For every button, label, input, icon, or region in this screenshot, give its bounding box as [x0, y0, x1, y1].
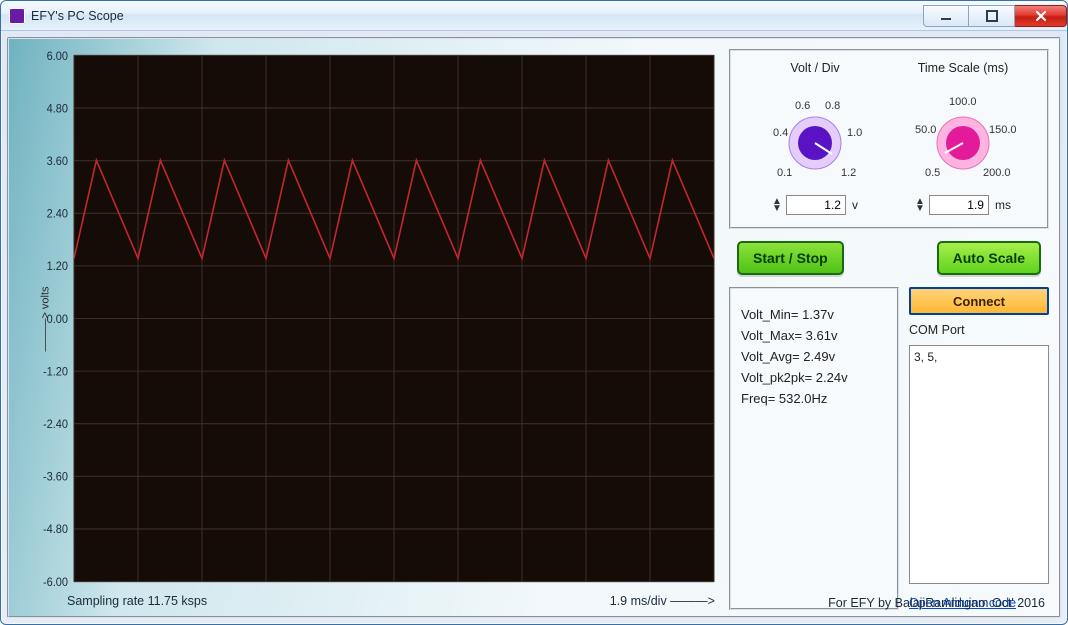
measurements-panel: Volt_Min= 1.37v Volt_Max= 3.61v Volt_Avg…: [729, 287, 899, 610]
close-button[interactable]: [1015, 5, 1067, 27]
svg-text:4.80: 4.80: [47, 103, 68, 115]
svg-text:0.4: 0.4: [773, 127, 788, 139]
time-scale-input[interactable]: [929, 195, 989, 215]
scope-plot: 6.004.803.602.401.200.00-1.20-2.40-3.60-…: [19, 49, 719, 588]
volt-avg-readout: Volt_Avg= 2.49v: [741, 349, 887, 364]
volt-div-group: Volt / Div 0.1 0.4 0.6 0.8 1.0: [745, 61, 885, 215]
time-scale-group: Time Scale (ms) 0.5 50.0 100.0 150.0 200…: [893, 61, 1033, 215]
scope-info-row: Sampling rate 11.75 ksps 1.9 ms/div ———>: [19, 588, 719, 610]
action-buttons-row: Start / Stop Auto Scale: [729, 241, 1049, 275]
svg-text:200.0: 200.0: [983, 167, 1011, 179]
volt-div-title: Volt / Div: [745, 61, 885, 75]
sampling-rate-label: Sampling rate 11.75 ksps: [67, 594, 207, 608]
minimize-button[interactable]: [923, 5, 969, 27]
svg-text:2.40: 2.40: [47, 208, 68, 220]
volt-div-stepper[interactable]: ▲▼: [772, 198, 782, 212]
volt-min-readout: Volt_Min= 1.37v: [741, 307, 887, 322]
svg-text:1.0: 1.0: [847, 127, 862, 139]
svg-text:150.0: 150.0: [989, 124, 1017, 136]
svg-text:0.8: 0.8: [825, 100, 840, 112]
time-scale-unit: ms: [995, 198, 1011, 212]
start-stop-button[interactable]: Start / Stop: [737, 241, 844, 275]
time-scale-title: Time Scale (ms): [893, 61, 1033, 75]
volt-div-input[interactable]: [786, 195, 846, 215]
window-title: EFY's PC Scope: [31, 9, 124, 23]
window-buttons: [923, 5, 1067, 27]
volt-pk2pk-readout: Volt_pk2pk= 2.24v: [741, 370, 887, 385]
auto-scale-button[interactable]: Auto Scale: [937, 241, 1041, 275]
svg-text:50.0: 50.0: [915, 124, 936, 136]
titlebar: EFY's PC Scope: [1, 1, 1067, 31]
timebase-label: 1.9 ms/div ———>: [610, 594, 715, 608]
time-scale-stepper[interactable]: ▲▼: [915, 198, 925, 212]
svg-text:-3.60: -3.60: [43, 471, 68, 483]
svg-text:-2.40: -2.40: [43, 419, 68, 431]
app-icon: [9, 8, 25, 24]
svg-text:1.20: 1.20: [47, 261, 68, 273]
volt-div-dial[interactable]: 0.1 0.4 0.6 0.8 1.0 1.2: [755, 81, 875, 191]
svg-text:6.00: 6.00: [47, 50, 68, 62]
com-port-list[interactable]: 3, 5,: [909, 345, 1049, 584]
com-port-label: COM Port: [909, 323, 1049, 337]
y-axis-label: ———> volts: [40, 286, 52, 351]
svg-text:-1.20: -1.20: [43, 366, 68, 378]
knobs-panel: Volt / Div 0.1 0.4 0.6 0.8 1.0: [729, 49, 1049, 229]
svg-text:0.5: 0.5: [925, 167, 940, 179]
scope-canvas: ———> volts 6.004.803.602.401.200.00-1.20…: [19, 49, 719, 588]
volt-max-readout: Volt_Max= 3.61v: [741, 328, 887, 343]
application-window: EFY's PC Scope ———> volts 6.00 4.80 3.60 2.…: [0, 0, 1068, 625]
svg-text:-6.00: -6.00: [43, 577, 68, 588]
credit-label: For EFY by BalajiRamlingam Oct' 2016: [828, 596, 1045, 610]
lower-panels: Volt_Min= 1.37v Volt_Max= 3.61v Volt_Avg…: [729, 287, 1049, 610]
connect-panel: Connect COM Port 3, 5, Open Arduino code: [909, 287, 1049, 610]
time-scale-dial[interactable]: 0.5 50.0 100.0 150.0 200.0: [903, 81, 1023, 191]
svg-text:100.0: 100.0: [949, 96, 977, 108]
maximize-button[interactable]: [969, 5, 1015, 27]
freq-readout: Freq= 532.0Hz: [741, 391, 887, 406]
svg-text:-4.80: -4.80: [43, 524, 68, 536]
svg-text:0.1: 0.1: [777, 167, 792, 179]
volt-div-unit: v: [852, 198, 858, 212]
controls-column: Volt / Div 0.1 0.4 0.6 0.8 1.0: [729, 49, 1049, 610]
scope-panel: ———> volts 6.004.803.602.401.200.00-1.20…: [19, 49, 719, 610]
svg-text:0.6: 0.6: [795, 100, 810, 112]
connect-button[interactable]: Connect: [909, 287, 1049, 315]
client-area: ———> volts 6.004.803.602.401.200.00-1.20…: [7, 37, 1061, 618]
svg-text:3.60: 3.60: [47, 156, 68, 168]
svg-text:1.2: 1.2: [841, 167, 856, 179]
